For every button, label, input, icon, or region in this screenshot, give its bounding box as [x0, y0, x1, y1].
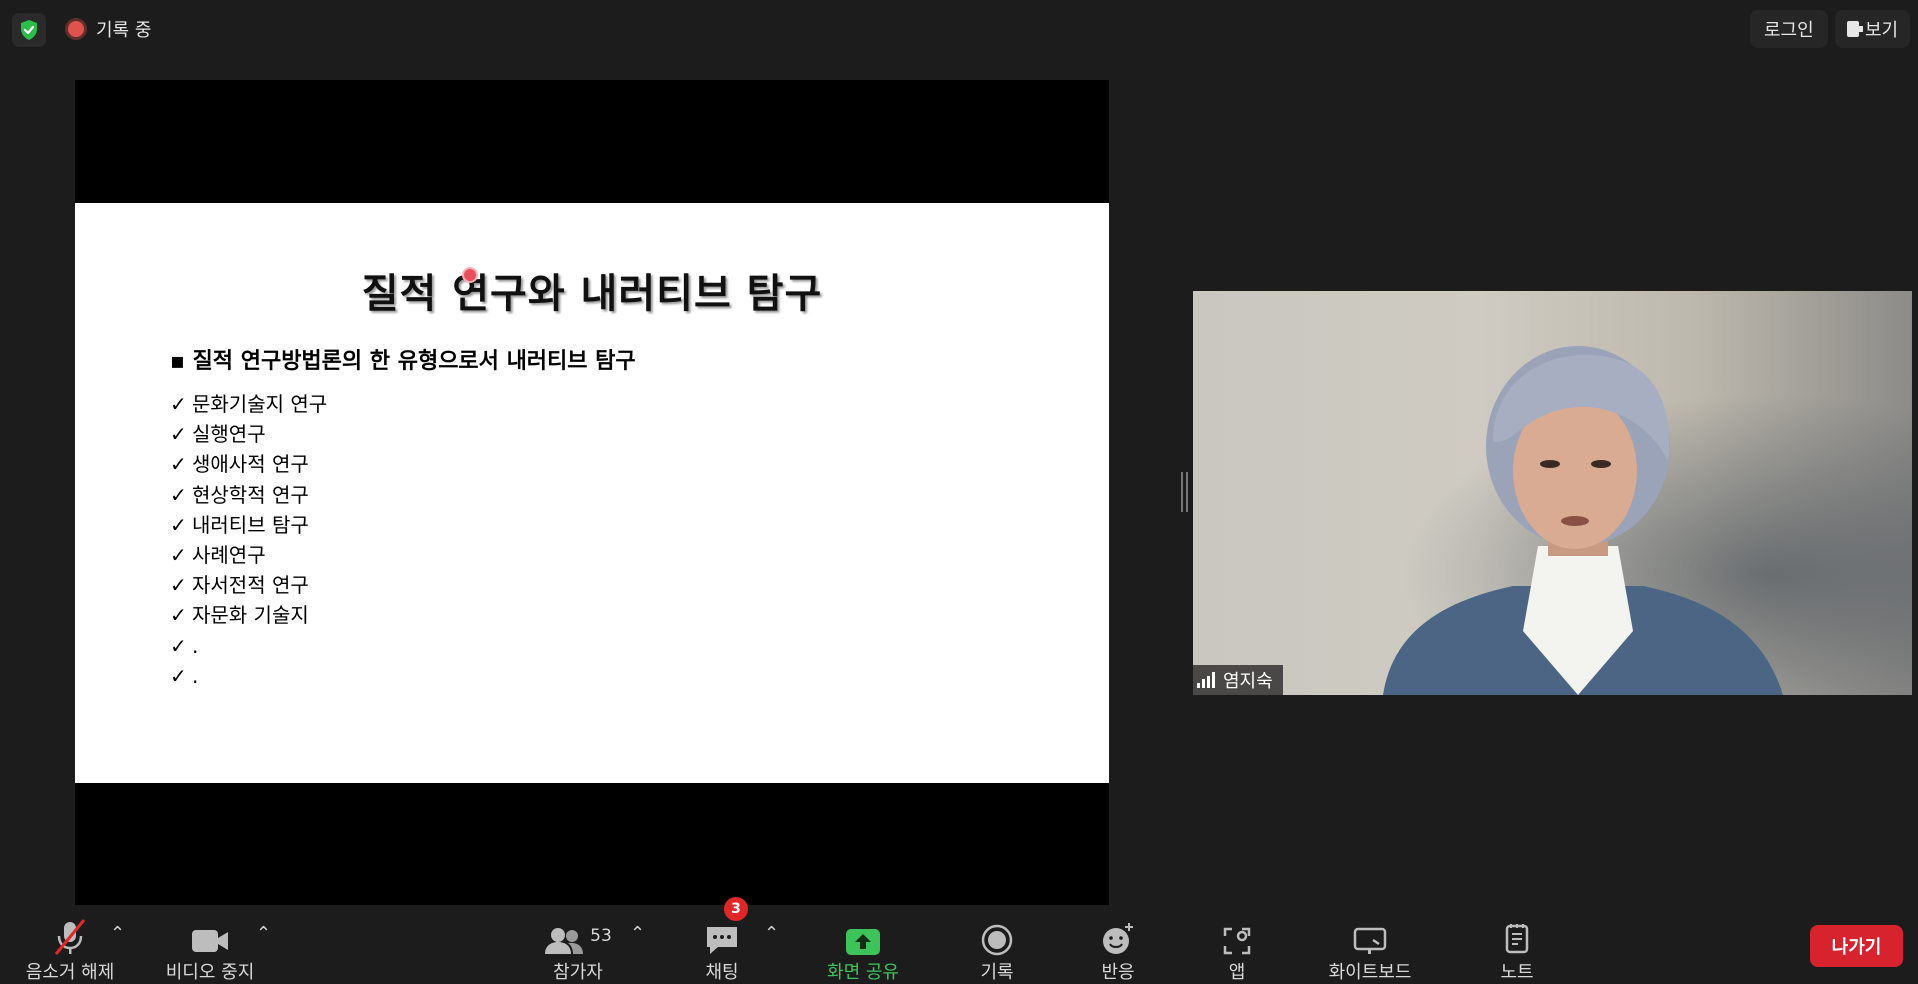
check-icon: ✓: [170, 422, 187, 447]
participant-figure: [1383, 346, 1783, 695]
audio-options-caret-icon[interactable]: ⌃: [110, 923, 125, 944]
shield-icon[interactable]: [12, 13, 46, 47]
check-icon: ✓: [170, 512, 187, 537]
slide-title: 질적 연구와 내러티브 탐구: [75, 261, 1109, 319]
view-layout-icon: [1847, 21, 1863, 37]
slide-title-text: 질적 연구와 내러티브 탐구: [361, 271, 823, 317]
laser-pointer-icon: [462, 267, 478, 283]
share-screen-button[interactable]: 화면 공유: [817, 905, 909, 984]
video-options-caret-icon[interactable]: ⌃: [256, 923, 271, 944]
stop-video-label: 비디오 중지: [165, 962, 255, 983]
whiteboard-button[interactable]: 화이트보드: [1326, 905, 1414, 984]
whiteboard-icon: [1353, 905, 1387, 958]
check-icon: ✓: [170, 573, 187, 598]
reactions-label: 반응: [1101, 962, 1135, 983]
participant-video[interactable]: [1193, 291, 1912, 695]
slide-list-item: ✓ 자서전적 연구: [170, 570, 327, 600]
slide-subtitle: ▪ 질적 연구방법론의 한 유형으로서 내러티브 탐구: [170, 349, 636, 374]
slide-list-item: ✓ 문화기술지 연구: [170, 389, 327, 419]
chat-options-caret-icon[interactable]: ⌃: [764, 923, 779, 944]
record-button[interactable]: 기록: [972, 905, 1022, 984]
participants-label: 참가자: [553, 962, 603, 983]
chat-icon: 3: [704, 897, 748, 958]
apps-label: 앱: [1228, 962, 1246, 983]
unmute-label: 음소거 해제: [25, 962, 115, 983]
participants-count: 53: [590, 926, 612, 946]
panel-resize-handle[interactable]: [1181, 472, 1188, 512]
participants-icon-wrap: 53: [544, 905, 612, 958]
slide-list-item: ✓ 사례연구: [170, 540, 327, 570]
apps-icon: [1222, 905, 1252, 958]
slide-list: ✓ 문화기술지 연구 ✓ 실행연구 ✓ 생애사적 연구 ✓ 현상학적 연구 ✓ 내러티브 …: [170, 389, 327, 691]
view-button[interactable]: 보기: [1835, 10, 1911, 48]
reactions-icon: [1101, 905, 1135, 958]
stop-video-button[interactable]: 비디오 중지: [160, 905, 260, 984]
top-bar: 기록 중 로그인 보기: [0, 0, 1918, 58]
slide-list-item: ✓ 자문화 기술지: [170, 600, 327, 630]
slide-list-item: ✓ 내러티브 탐구: [170, 510, 327, 540]
notes-label: 노트: [1500, 962, 1534, 983]
check-icon: ✓: [170, 482, 187, 507]
slide-list-item: ✓.: [170, 661, 327, 691]
chat-unread-badge: 3: [724, 897, 748, 921]
slide-list-item: ✓.: [170, 631, 327, 661]
leave-meeting-button[interactable]: 나가기: [1810, 925, 1903, 967]
share-screen-label: 화면 공유: [827, 962, 899, 983]
participants-icon: [545, 928, 584, 954]
chat-button[interactable]: 3 채팅: [690, 897, 754, 984]
view-label: 보기: [1865, 20, 1899, 41]
apps-button[interactable]: 앱: [1222, 905, 1252, 984]
unmute-button[interactable]: 음소거 해제: [18, 905, 122, 984]
notes-button[interactable]: 노트: [1499, 905, 1535, 984]
slide-list-item: ✓ 실행연구: [170, 419, 327, 449]
check-icon: ✓: [170, 392, 187, 416]
recording-dot-icon: [68, 21, 84, 37]
login-button[interactable]: 로그인: [1750, 10, 1828, 48]
participant-name-tag: 염지숙: [1193, 665, 1283, 695]
recording-label: 기록 중: [96, 20, 152, 41]
check-icon: ✓: [170, 452, 187, 477]
chat-label: 채팅: [705, 962, 739, 983]
check-icon: ✓: [170, 633, 187, 658]
microphone-muted-icon: [52, 905, 88, 958]
slide-list-item: ✓ 현상학적 연구: [170, 480, 327, 510]
participants-options-caret-icon[interactable]: ⌃: [630, 923, 645, 944]
reactions-button[interactable]: 반응: [1093, 905, 1143, 984]
check-icon: ✓: [170, 663, 187, 688]
check-icon: ✓: [170, 542, 187, 567]
participant-name: 염지숙: [1223, 671, 1273, 692]
record-label: 기록: [980, 962, 1014, 983]
record-icon: [981, 905, 1013, 958]
recording-indicator[interactable]: 기록 중: [58, 12, 161, 46]
participants-button[interactable]: 53 참가자: [528, 905, 628, 984]
check-icon: ✓: [170, 603, 187, 628]
share-screen-icon: [845, 905, 881, 958]
slide-list-item: ✓ 생애사적 연구: [170, 449, 327, 479]
video-camera-icon: [190, 905, 230, 958]
notes-icon: [1502, 905, 1532, 958]
presentation-slide: 질적 연구와 내러티브 탐구 ▪ 질적 연구방법론의 한 유형으로서 내러티브 …: [75, 203, 1109, 783]
meeting-toolbar: 음소거 해제 ⌃ 비디오 중지 ⌃ 53 참가자 ⌃ 3 채팅 ⌃ 화면 공유 …: [0, 897, 1918, 984]
whiteboard-label: 화이트보드: [1328, 962, 1412, 983]
signal-strength-icon: [1197, 672, 1215, 688]
shared-screen: 질적 연구와 내러티브 탐구 ▪ 질적 연구방법론의 한 유형으로서 내러티브 …: [75, 80, 1109, 906]
